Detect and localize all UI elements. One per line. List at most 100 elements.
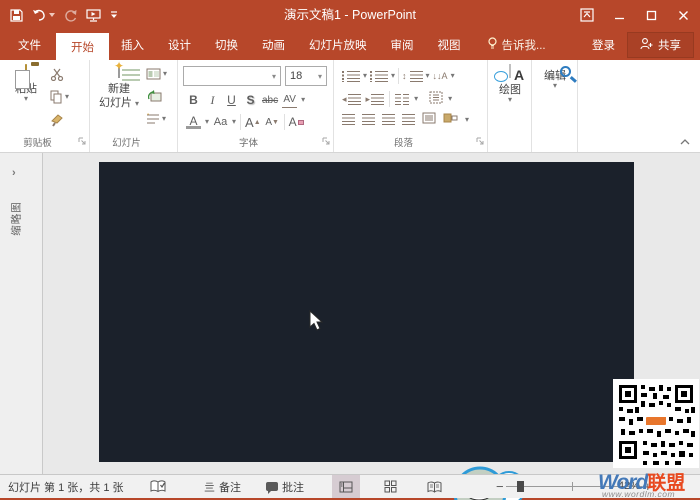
zoom-slider-handle[interactable]: [517, 481, 524, 492]
maximize-button[interactable]: [642, 6, 660, 24]
align-left-icon[interactable]: [342, 114, 355, 125]
spell-check-icon[interactable]: [150, 475, 166, 498]
text-direction-icon[interactable]: ↓↓A: [433, 71, 448, 81]
text-direction-caret-icon: ▾: [451, 73, 455, 79]
tab-design[interactable]: 设计: [156, 30, 203, 60]
grow-font-button[interactable]: A▲: [245, 114, 261, 130]
editing-caret-icon: ▾: [539, 83, 571, 89]
font-size-combo[interactable]: 18 ▾: [285, 66, 327, 86]
slide-counter[interactable]: 幻灯片 第 1 张，共 1 张: [8, 475, 124, 498]
strikethrough-button[interactable]: abc: [262, 92, 278, 108]
bullets-caret-icon: ▾: [363, 73, 367, 79]
numbering-icon[interactable]: [375, 71, 388, 82]
decrease-indent-icon[interactable]: ◂: [342, 94, 361, 105]
group-font-label: 字体: [178, 135, 319, 149]
cut-button[interactable]: [50, 68, 64, 81]
zoom-slider-midpoint: [572, 482, 573, 491]
bold-button[interactable]: B: [186, 92, 201, 108]
font-dialog-launcher-icon[interactable]: [322, 134, 330, 148]
mouse-cursor: [309, 310, 325, 335]
text-shadow-button[interactable]: S: [243, 92, 258, 108]
paste-caret-icon: ▾: [8, 96, 44, 102]
underline-button[interactable]: U: [224, 92, 239, 108]
increase-indent-icon[interactable]: ▸: [366, 94, 385, 105]
bullets-icon[interactable]: [347, 71, 360, 82]
lightbulb-icon: [487, 37, 498, 53]
comments-label: 批注: [282, 479, 304, 495]
change-case-caret-icon: ▾: [232, 119, 236, 125]
group-drawing: A 绘图 ▾: [488, 60, 532, 152]
group-clipboard-label: 剪贴板: [0, 135, 75, 149]
drawing-button[interactable]: A 绘图 ▾: [494, 64, 526, 103]
shrink-font-button[interactable]: A▼: [265, 114, 280, 130]
font-size-value: 18: [290, 70, 302, 82]
align-right-icon[interactable]: [382, 114, 395, 125]
font-color-caret-icon: ▾: [205, 119, 209, 125]
change-case-button[interactable]: Aa: [213, 114, 228, 130]
group-slides: ✦ 新建 幻灯片 ▾ ▾ ▾ 幻灯片: [90, 60, 178, 152]
align-text-icon[interactable]: [429, 91, 443, 107]
copy-button[interactable]: ▾: [50, 90, 69, 104]
slide-canvas[interactable]: [99, 162, 634, 462]
close-button[interactable]: [674, 6, 692, 24]
expand-pane-chevron-icon[interactable]: ›: [12, 167, 16, 179]
clipboard-dialog-launcher-icon[interactable]: [78, 134, 86, 148]
drawing-caret-icon: ▾: [494, 97, 526, 103]
tab-home[interactable]: 开始: [56, 33, 109, 60]
smartart-convert-icon[interactable]: [443, 112, 458, 127]
thumbnails-pane-collapsed[interactable]: › 缩略图: [0, 153, 43, 474]
watermark-logo: Word联盟 www.wordlm.com: [598, 468, 700, 498]
tab-animations[interactable]: 动画: [250, 30, 297, 60]
font-size-caret-icon: ▾: [318, 72, 322, 81]
font-name-combo[interactable]: ▾: [183, 66, 281, 86]
status-bar: 幻灯片 第 1 张，共 1 张 亖 备注 批注 − + 42%: [0, 474, 700, 498]
ribbon-display-options-icon[interactable]: [578, 6, 596, 24]
columns-icon[interactable]: [395, 94, 409, 105]
layout-button[interactable]: ▾: [146, 68, 167, 80]
paragraph-dialog-launcher-icon[interactable]: [476, 134, 484, 148]
columns-caret-icon: ▾: [414, 96, 418, 102]
notes-label: 备注: [219, 479, 241, 495]
paste-button[interactable]: 粘贴 ▾: [8, 64, 44, 102]
share-button[interactable]: 共享: [627, 32, 694, 58]
character-spacing-button[interactable]: AV: [282, 92, 297, 108]
paste-icon: [25, 64, 27, 78]
character-spacing-caret-icon: ▾: [301, 97, 305, 103]
normal-view-button[interactable]: [332, 475, 360, 498]
tab-transitions[interactable]: 切换: [203, 30, 250, 60]
collapse-ribbon-icon[interactable]: [680, 134, 690, 148]
tab-insert[interactable]: 插入: [109, 30, 156, 60]
comments-toggle[interactable]: 批注: [266, 475, 304, 498]
sign-in-button[interactable]: 登录: [582, 30, 625, 60]
tab-slideshow[interactable]: 幻灯片放映: [297, 30, 379, 60]
reset-slide-button[interactable]: [148, 90, 162, 104]
font-name-caret-icon: ▾: [272, 72, 276, 81]
thumbnails-pane-label: 缩略图: [9, 195, 24, 243]
section-button[interactable]: ▾: [146, 113, 166, 125]
sparkle-icon: ✦: [114, 59, 124, 73]
group-clipboard: 粘贴 ▾ ▾ 剪贴板: [0, 60, 90, 152]
ribbon: 粘贴 ▾ ▾ 剪贴板 ✦ 新建 幻灯片 ▾: [0, 60, 700, 153]
new-slide-button[interactable]: ✦ 新建 幻灯片 ▾: [96, 64, 142, 110]
tab-review[interactable]: 审阅: [379, 30, 426, 60]
tab-view[interactable]: 视图: [426, 30, 473, 60]
align-center-icon[interactable]: [362, 114, 375, 125]
drawing-icon: A: [509, 64, 511, 78]
clear-formatting-button[interactable]: A: [289, 114, 304, 130]
minimize-button[interactable]: [610, 6, 628, 24]
group-font: ▾ 18 ▾ B I U S abc AV ▾ A ▾ Aa ▾ A▲: [178, 60, 334, 152]
reading-view-button[interactable]: [420, 475, 448, 498]
editing-button[interactable]: 编辑 ▾: [539, 64, 571, 89]
tab-file[interactable]: 文件: [3, 30, 56, 60]
zoom-out-icon[interactable]: −: [496, 479, 504, 494]
justify-icon[interactable]: [402, 114, 415, 125]
font-color-button[interactable]: A: [186, 116, 201, 129]
line-spacing-icon[interactable]: ↕: [402, 71, 407, 81]
slide-sorter-view-button[interactable]: [376, 475, 404, 498]
format-painter-button[interactable]: [50, 114, 64, 127]
italic-button[interactable]: I: [205, 92, 220, 108]
tell-me-box[interactable]: 告诉我...: [479, 30, 554, 60]
distribute-icon[interactable]: [422, 112, 436, 127]
notes-toggle[interactable]: 亖 备注: [204, 475, 241, 498]
new-slide-label-1: 新建: [96, 82, 142, 96]
